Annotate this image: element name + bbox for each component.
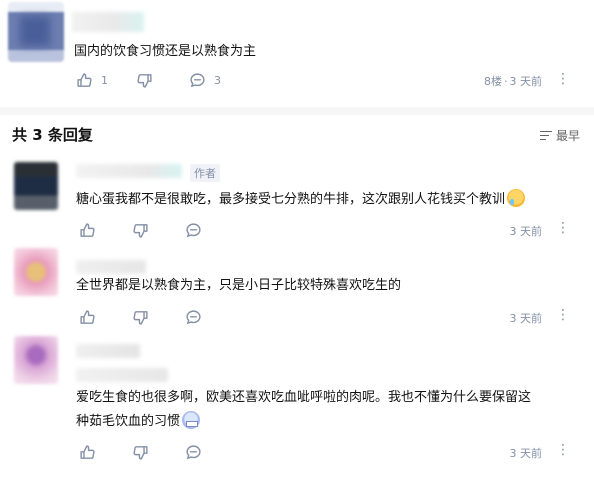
avatar[interactable] [14,248,58,296]
meta-separator: · [504,74,508,88]
username-blurred[interactable] [72,12,144,32]
comment-text: 国内的饮食习惯还是以熟食为主 [74,44,257,59]
dislike-button[interactable] [132,309,157,326]
more-options-icon[interactable]: ⋮ [556,220,570,236]
sort-label: 最早 [555,129,580,143]
comment-bubble-icon [186,309,201,324]
comment-time: 3 天前 [509,75,543,88]
reply-item: 作者 糖心蛋我都不是很敢吃，最多接受七分熟的牛排，这次跟别人花钱买个教训 3 天… [0,160,594,250]
reply-button[interactable] [185,309,210,326]
reply-actions [79,443,238,461]
avatar[interactable] [14,162,58,210]
reply-time: 3 天前 [509,447,543,460]
thumbs-up-icon [77,72,92,87]
like-count: 1 [101,73,108,87]
reply-actions [79,221,238,239]
thumbs-down-icon [133,310,148,325]
author-badge: 作者 [190,164,220,182]
section-divider [0,107,594,115]
more-options-icon[interactable]: ⋮ [556,442,570,458]
floor-number: 8楼 [484,75,502,88]
like-button[interactable]: 1 [76,72,108,89]
crying-face-emoji [507,189,526,207]
dislike-button[interactable] [132,222,157,239]
reply-item: 全世界都是以熟食为主，只是小日子比较特殊喜欢吃生的 3 天前 ⋮ [0,246,594,334]
comment-actions: 1 3 [76,71,249,89]
avatar[interactable] [14,336,58,384]
thumbs-down-icon [133,445,148,460]
reply-text: 糖心蛋我都不是很敢吃，最多接受七分熟的牛排，这次跟别人花钱买个教训 [76,188,586,212]
top-comment: 国内的饮食习惯还是以熟食为主 1 3 8楼 · 3 天前 ⋮ [0,0,594,107]
thumbs-up-icon [80,309,95,324]
reply-button[interactable] [185,222,210,239]
username-blurred[interactable] [76,260,146,274]
reply-text-body: 糖心蛋我都不是很敢吃，最多接受七分熟的牛排，这次跟别人花钱买个教训 [76,192,506,207]
like-button[interactable] [79,444,104,461]
reply-text: 全世界都是以熟食为主，只是小日子比较特殊喜欢吃生的 [76,278,402,293]
sort-icon [539,130,552,141]
username-secondary-blurred [76,368,168,382]
thumbs-up-icon [80,444,95,459]
username-blurred[interactable] [76,344,140,358]
reply-time: 3 天前 [509,225,543,238]
thumbs-up-icon [80,222,95,237]
reply-text-line-2: 种茹毛饮血的习惯 [76,410,586,434]
more-options-icon[interactable]: ⋮ [556,307,570,323]
thumbs-down-icon [137,73,152,88]
more-options-icon[interactable]: ⋮ [556,71,570,87]
comment-bubble-icon [186,222,201,237]
reply-count-title: 共 3 条回复 [12,126,93,144]
reply-button[interactable]: 3 [189,72,221,89]
grimacing-face-emoji [182,411,201,429]
sort-toggle[interactable]: 最早 [539,127,580,144]
reply-time: 3 天前 [509,312,543,325]
reply-text-line-2-body: 种茹毛饮血的习惯 [76,414,181,429]
dislike-button[interactable] [132,444,157,461]
like-button[interactable] [79,222,104,239]
comment-bubble-icon [190,72,205,87]
reply-text-line-1: 爱吃生食的也很多啊，欧美还喜欢吃血呲呼啦的肉呢。我也不懂为什么要保留这 [76,390,532,405]
thumbs-down-icon [133,223,148,238]
reply-text: 爱吃生食的也很多啊，欧美还喜欢吃血呲呼啦的肉呢。我也不懂为什么要保留这 种茹毛饮… [76,386,586,434]
comment-meta: 8楼 · 3 天前 [484,73,542,89]
reply-count: 3 [214,73,221,87]
reply-button[interactable] [185,444,210,461]
like-button[interactable] [79,309,104,326]
avatar[interactable] [8,2,64,62]
reply-actions [79,308,238,326]
username-blurred[interactable] [76,164,182,178]
reply-item: 爱吃生食的也很多啊，欧美还喜欢吃血呲呼啦的肉呢。我也不懂为什么要保留这 种茹毛饮… [0,332,594,472]
comment-bubble-icon [186,444,201,459]
dislike-button[interactable] [136,72,161,89]
